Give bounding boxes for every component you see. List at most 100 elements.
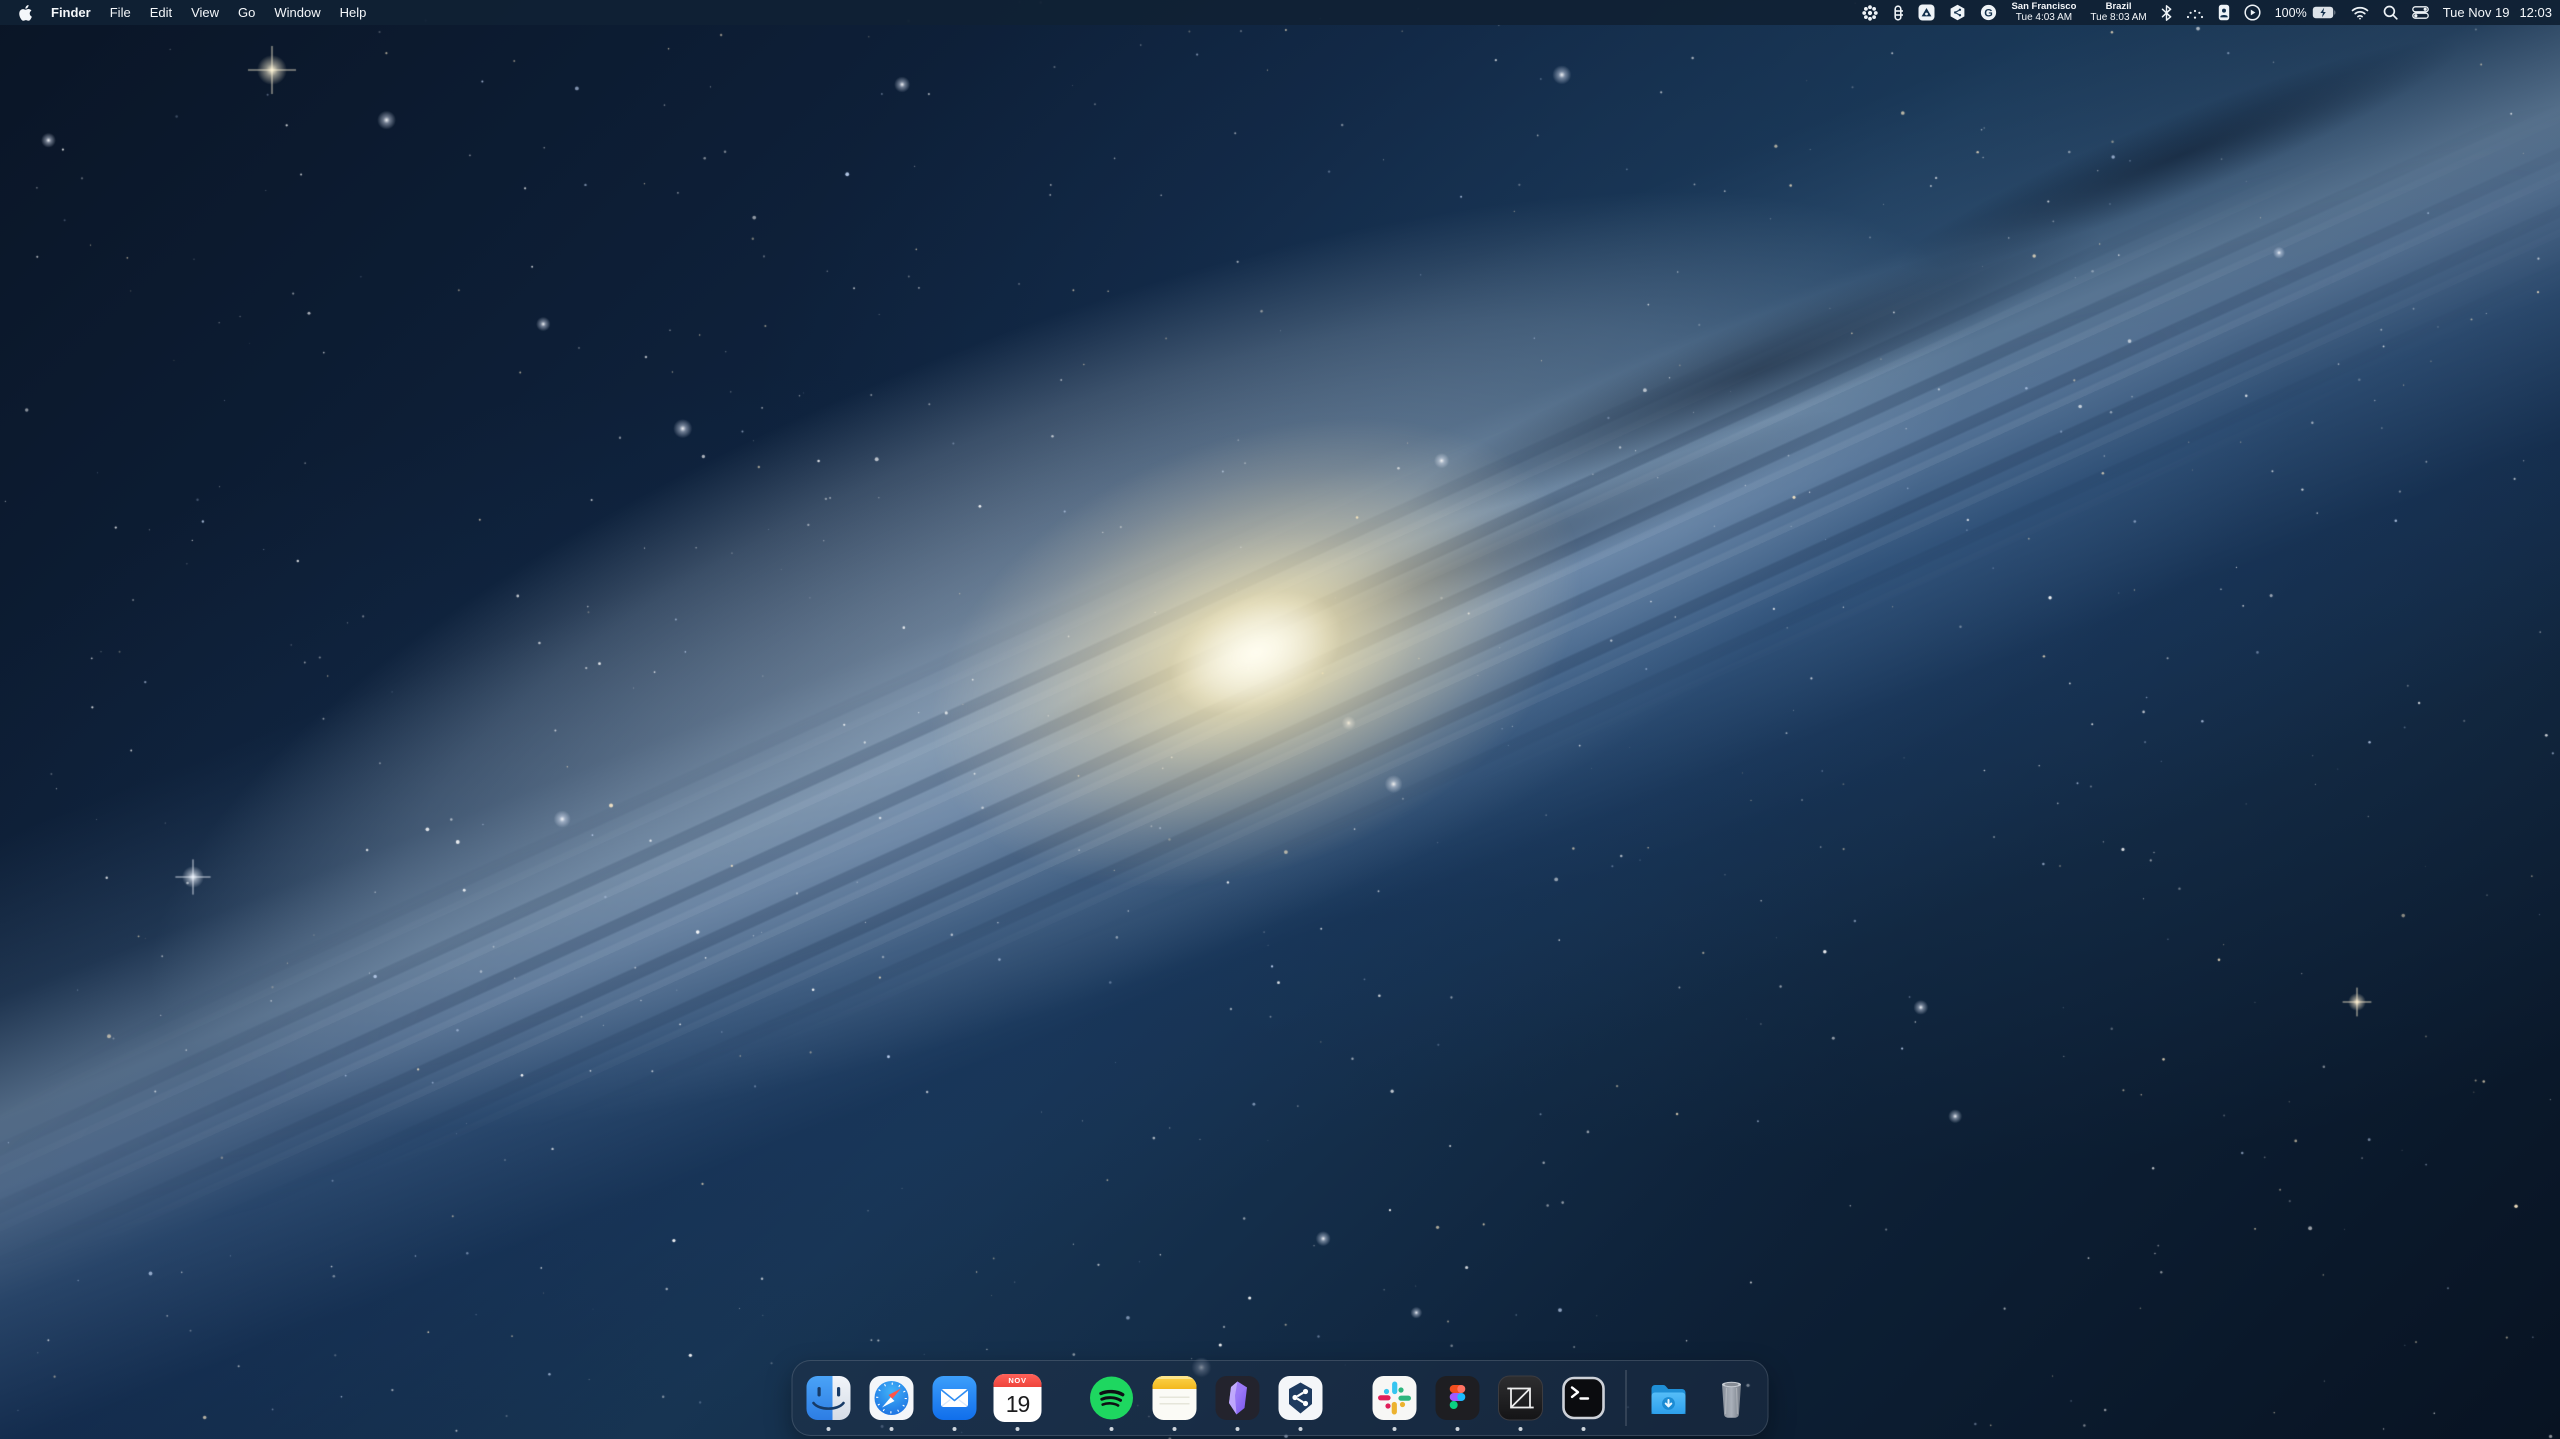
triangle-app-menu-extra[interactable]	[1918, 4, 1935, 21]
dock-item-mail[interactable]	[931, 1374, 979, 1422]
menu-bar: Finder File Edit View Go Window Help	[0, 0, 2560, 25]
running-indicator	[890, 1427, 894, 1431]
menu-bar-left: Finder File Edit View Go Window Help	[18, 5, 366, 21]
apple-logo-icon	[18, 5, 32, 21]
battery-charging-icon	[2312, 6, 2337, 19]
wifi-status[interactable]	[2351, 6, 2369, 20]
g-circle-icon: G	[1980, 4, 1997, 21]
dock-item-trash[interactable]	[1708, 1374, 1756, 1422]
galaxy-core-bright	[1117, 539, 1395, 767]
menu-file[interactable]: File	[110, 5, 131, 20]
safari-icon	[868, 1374, 916, 1422]
menu-go[interactable]: Go	[238, 5, 255, 20]
dock-item-terminal[interactable]	[1560, 1374, 1608, 1422]
g-circle-menu-extra[interactable]: G	[1980, 4, 1997, 21]
slack-icon	[1371, 1374, 1419, 1422]
figma-icon	[1434, 1374, 1482, 1422]
hexagon-share-menu-extra[interactable]	[1949, 4, 1966, 21]
running-indicator	[1456, 1427, 1460, 1431]
calendar-month: NOV	[994, 1374, 1042, 1387]
menu-finder[interactable]: Finder	[51, 5, 91, 20]
dock-spacer	[1057, 1374, 1073, 1422]
menu-bar-status: G San Francisco Tue 4:03 AM Brazil Tue 8…	[1862, 2, 2552, 23]
mail-icon	[931, 1374, 979, 1422]
dock-item-hexagon-app[interactable]	[1277, 1374, 1325, 1422]
galaxy-core-glow	[722, 215, 1791, 1092]
dock-item-finder[interactable]	[805, 1374, 853, 1422]
battery-percent: 100%	[2275, 6, 2307, 20]
control-center-icon	[2412, 6, 2429, 19]
dock-item-safari[interactable]	[868, 1374, 916, 1422]
dock-item-spotify[interactable]	[1088, 1374, 1136, 1422]
pill-icon	[1892, 5, 1904, 21]
spotify-icon	[1088, 1374, 1136, 1422]
running-indicator	[1173, 1427, 1177, 1431]
starfield	[0, 0, 2560, 1439]
apple-menu[interactable]	[18, 5, 32, 21]
running-indicator	[953, 1427, 957, 1431]
trash-icon	[1708, 1374, 1756, 1422]
bluetooth-status[interactable]	[2161, 5, 2172, 21]
running-indicator	[1393, 1427, 1397, 1431]
clock-city: Brazil	[2106, 2, 2132, 12]
menu-bar-time: 12:03	[2519, 5, 2552, 20]
search-icon	[2383, 5, 2398, 20]
svg-text:G: G	[1985, 7, 1994, 19]
bluetooth-icon	[2161, 5, 2172, 21]
desktop: Finder File Edit View Go Window Help	[0, 0, 2560, 1439]
menu-view[interactable]: View	[191, 5, 219, 20]
world-clock-brazil[interactable]: Brazil Tue 8:03 AM	[2090, 2, 2146, 23]
triangle-app-icon	[1918, 4, 1935, 21]
clock-time: Tue 4:03 AM	[2016, 12, 2072, 23]
dock-item-calendar[interactable]: NOV 19	[994, 1374, 1042, 1422]
clock-city: San Francisco	[2011, 2, 2076, 12]
zed-icon	[1497, 1374, 1545, 1422]
dock-item-zed[interactable]	[1497, 1374, 1545, 1422]
dotted-arc-status[interactable]	[2186, 6, 2204, 20]
finder-icon	[805, 1374, 853, 1422]
obsidian-icon	[1214, 1374, 1262, 1422]
menu-edit[interactable]: Edit	[150, 5, 172, 20]
pill-menu-extra[interactable]	[1892, 5, 1904, 21]
terminal-icon	[1560, 1374, 1608, 1422]
dock-item-figma[interactable]	[1434, 1374, 1482, 1422]
menu-bar-date: Tue Nov 19	[2443, 5, 2510, 20]
galaxy-band	[0, 0, 2560, 1439]
flower-icon	[1862, 5, 1878, 21]
flower-menu-extra[interactable]	[1862, 5, 1878, 21]
battery-status[interactable]: 100%	[2275, 6, 2337, 20]
dock-item-notes[interactable]	[1151, 1374, 1199, 1422]
galaxy-dark-dust	[0, 0, 2560, 1439]
hexagon-share-icon	[1949, 4, 1966, 21]
menu-help[interactable]: Help	[340, 5, 367, 20]
dock-item-slack[interactable]	[1371, 1374, 1419, 1422]
calendar-icon: NOV 19	[994, 1374, 1042, 1422]
galaxy-halo	[0, 0, 2560, 1439]
dock-spacer	[1340, 1374, 1356, 1422]
menu-bar-clock[interactable]: Tue Nov 19 12:03	[2443, 5, 2552, 20]
dock-item-downloads[interactable]	[1645, 1374, 1693, 1422]
notes-icon	[1151, 1374, 1199, 1422]
control-center-status[interactable]	[2412, 6, 2429, 19]
calendar-day: 19	[994, 1387, 1042, 1422]
running-indicator	[1236, 1427, 1240, 1431]
iphone-mirroring-status[interactable]	[2218, 4, 2230, 21]
world-clock-san-francisco[interactable]: San Francisco Tue 4:03 AM	[2011, 2, 2076, 23]
now-playing-status[interactable]	[2244, 4, 2261, 21]
clock-time: Tue 8:03 AM	[2090, 12, 2146, 23]
running-indicator	[827, 1427, 831, 1431]
dock-separator	[1626, 1370, 1627, 1426]
now-playing-icon	[2244, 4, 2261, 21]
iphone-mirroring-icon	[2218, 4, 2230, 21]
downloads-folder-icon	[1645, 1374, 1693, 1422]
menu-window[interactable]: Window	[274, 5, 320, 20]
running-indicator	[1519, 1427, 1523, 1431]
spotlight-status[interactable]	[2383, 5, 2398, 20]
dock-item-obsidian[interactable]	[1214, 1374, 1262, 1422]
running-indicator	[1110, 1427, 1114, 1431]
dock: NOV 19	[792, 1360, 1769, 1436]
running-indicator	[1299, 1427, 1303, 1431]
dotted-arc-icon	[2186, 6, 2204, 20]
wifi-icon	[2351, 6, 2369, 20]
galaxy-dust-streaks	[0, 0, 2560, 1439]
